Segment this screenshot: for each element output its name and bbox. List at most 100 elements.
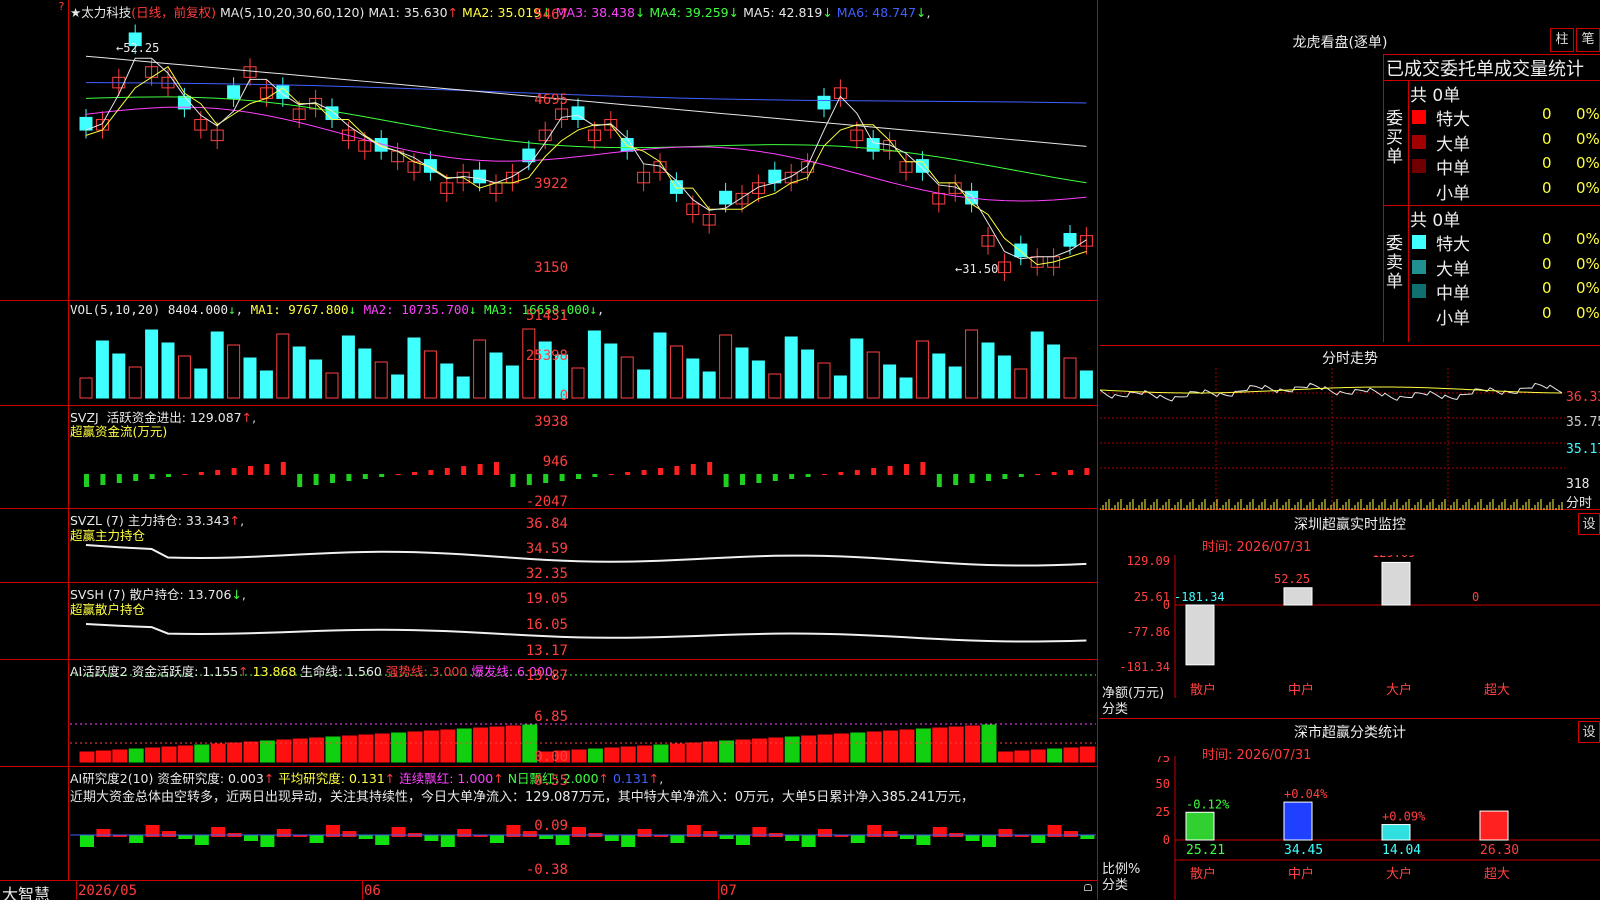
indicator-value: MA1: 9767.800: [250, 302, 349, 317]
sz-monitor-settings-button[interactable]: 设: [1578, 513, 1600, 535]
research-bar: [129, 835, 144, 843]
y-tick-label: -181.34: [1119, 660, 1170, 674]
intraday-chart[interactable]: [1100, 368, 1565, 510]
order-type-label: 特大: [1436, 235, 1470, 255]
order-percent: 0%: [1576, 105, 1600, 123]
price-chart-canvas[interactable]: [0, 0, 1098, 880]
svsh-y-tick: 13.17: [525, 643, 568, 659]
pen-view-button[interactable]: 笔: [1576, 28, 1600, 52]
fund-flow-bar: [904, 464, 909, 475]
volume-y-tick: 0: [559, 388, 568, 404]
fund-flow-bar: [838, 472, 844, 475]
sz-class-settings-button[interactable]: 设: [1578, 721, 1600, 743]
activity-bar: [145, 747, 161, 763]
research-bar: [440, 835, 455, 847]
activity-bar: [801, 735, 817, 763]
volume-bar: [341, 335, 355, 399]
volume-bar: [768, 373, 782, 399]
fund-flow-bar: [231, 468, 237, 475]
fund-flow-bar: [674, 466, 680, 475]
activity-bar: [899, 729, 915, 763]
activity-bar: [194, 744, 210, 763]
activity-bar: [456, 728, 472, 763]
ma-params: MA(5,10,20,30,60,120): [219, 5, 365, 20]
fund-flow-bar: [805, 474, 811, 477]
bar-value-label: 25.21: [1186, 843, 1225, 858]
activity-bar: [620, 746, 636, 763]
order-count: 0: [1542, 154, 1552, 172]
research-bar: [1064, 831, 1078, 837]
candle-body: [1063, 233, 1077, 247]
fund-flow-bar: [707, 462, 713, 475]
legend-swatch: [1412, 159, 1426, 173]
bar-view-button[interactable]: 柱: [1550, 28, 1574, 52]
activity-bar: [1063, 747, 1079, 763]
indicator-value: 0.131: [613, 771, 649, 786]
activity-bar: [604, 747, 620, 763]
volume-bar: [440, 363, 454, 399]
activity-bar: [259, 740, 275, 763]
fund-flow-bar: [149, 474, 155, 479]
ma-values: MA1: 35.630↑ MA2: 35.019↓ MA3: 38.438↓ M…: [368, 5, 931, 20]
order-count: 0: [1542, 178, 1552, 197]
svsh-y-tick: 16.05: [525, 617, 568, 633]
main-y-tick: 5467: [534, 7, 568, 23]
research-bar: [457, 829, 472, 837]
activity-bar: [423, 730, 439, 763]
volume-bar: [79, 377, 93, 399]
activity-bar: [440, 729, 456, 763]
y-tick-label: 25: [1156, 805, 1170, 819]
volume-bar: [965, 329, 979, 399]
order-percent: 0%: [1576, 303, 1600, 322]
main-y-tick: 3922: [534, 176, 568, 192]
activity-bar: [391, 732, 407, 763]
fund-flow-bar: [84, 474, 89, 487]
intraday-y-label: 35.17: [1566, 442, 1600, 457]
volume-bar: [391, 374, 405, 399]
research-bar: [424, 835, 439, 841]
svzl-y-tick: 32.35: [525, 566, 568, 582]
volume-bar: [686, 358, 700, 399]
fund-flow-bar: [248, 466, 253, 475]
buy-order-label: 委买单: [1386, 109, 1403, 167]
panel-divider: [1100, 718, 1600, 719]
lock-icon[interactable]: [1084, 884, 1092, 891]
ai-active-y-tick: 0.00: [534, 749, 568, 765]
fund-flow-bar: [428, 470, 434, 475]
fund-flow-bar: [215, 470, 221, 475]
fund-flow-bar: [313, 474, 319, 485]
fund-flow-bar: [510, 474, 516, 487]
research-bar: [555, 835, 570, 845]
fund-flow-bar: [576, 474, 581, 479]
activity-bar: [309, 737, 325, 763]
bar-value-label: 34.45: [1284, 843, 1323, 858]
research-bar: [309, 835, 324, 843]
brand-logo[interactable]: 大智慧: [2, 881, 50, 900]
stock-name[interactable]: ★太力科技: [70, 5, 131, 20]
activity-bar: [669, 743, 685, 763]
period-label[interactable]: (日线，前复权): [131, 5, 216, 20]
volume-bar: [653, 332, 667, 399]
category-bar: [1283, 801, 1313, 841]
fund-flow-bar: [182, 474, 188, 475]
volume-bar: [145, 329, 159, 399]
activity-bar: [784, 736, 800, 763]
intraday-title: 分时走势: [1322, 351, 1378, 367]
activity-bar: [95, 750, 111, 763]
volume-bar: [325, 372, 339, 399]
research-bar: [194, 835, 209, 845]
fund-flow-bar: [346, 474, 352, 481]
activity-bar: [883, 730, 899, 763]
fund-flow-bar: [379, 474, 385, 477]
activity-bar: [489, 726, 505, 763]
sz-monitor-chart: 129.0925.610-77.86-181.34散户-181.34中户52.2…: [1119, 555, 1600, 698]
activity-bar: [210, 743, 226, 763]
svzj-y-tick: 946: [542, 454, 568, 470]
category-label: 大户: [1386, 682, 1412, 698]
order-type-label: 特大: [1436, 110, 1470, 130]
date-tick: [718, 880, 719, 900]
fund-flow-bar: [330, 474, 335, 483]
dragon-tiger-title: 龙虎看盘(逐单): [1292, 35, 1388, 51]
volume-bar: [95, 340, 109, 399]
activity-bar: [128, 748, 144, 763]
